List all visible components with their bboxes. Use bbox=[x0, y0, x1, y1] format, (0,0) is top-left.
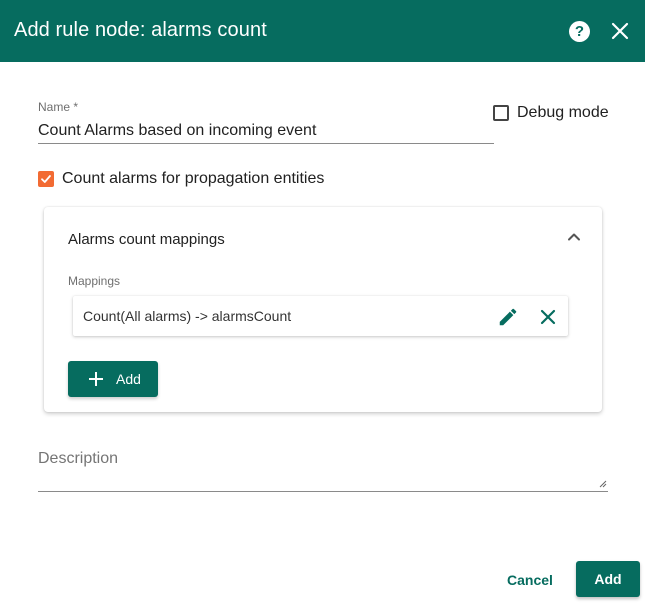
help-icon[interactable]: ? bbox=[569, 21, 590, 42]
panel-title: Alarms count mappings bbox=[68, 231, 225, 248]
checkbox-checked-icon bbox=[38, 171, 54, 187]
add-mapping-label: Add bbox=[116, 371, 141, 387]
dialog-title: Add rule node: alarms count bbox=[14, 19, 267, 41]
name-field[interactable] bbox=[38, 118, 494, 144]
add-button[interactable]: Add bbox=[576, 561, 640, 597]
add-rule-node-dialog: Add rule node: alarms count ? Name * Deb… bbox=[0, 0, 645, 603]
close-icon[interactable] bbox=[608, 19, 632, 43]
add-mapping-button[interactable]: Add bbox=[68, 361, 158, 397]
propagation-label: Count alarms for propagation entities bbox=[62, 170, 325, 187]
edit-icon[interactable] bbox=[497, 306, 519, 328]
propagation-checkbox[interactable]: Count alarms for propagation entities bbox=[38, 170, 324, 188]
checkbox-unchecked-icon bbox=[493, 105, 509, 121]
chevron-up-icon[interactable] bbox=[566, 229, 582, 245]
dialog-header: Add rule node: alarms count ? bbox=[0, 0, 645, 62]
mapping-row[interactable]: Count(All alarms) -> alarmsCount bbox=[73, 296, 568, 336]
resize-grip-icon[interactable] bbox=[599, 480, 607, 488]
remove-mapping-icon[interactable] bbox=[538, 307, 558, 327]
mappings-label: Mappings bbox=[68, 274, 121, 288]
debug-mode-checkbox[interactable]: Debug mode bbox=[493, 104, 609, 122]
mapping-text: Count(All alarms) -> alarmsCount bbox=[83, 308, 292, 324]
name-field-label: Name * bbox=[38, 100, 79, 114]
debug-mode-label: Debug mode bbox=[517, 104, 609, 121]
alarms-count-mappings-panel: Alarms count mappings Mappings Count(All… bbox=[44, 207, 602, 412]
cancel-button[interactable]: Cancel bbox=[496, 564, 564, 596]
description-field[interactable] bbox=[38, 450, 608, 492]
plus-icon bbox=[89, 372, 103, 386]
